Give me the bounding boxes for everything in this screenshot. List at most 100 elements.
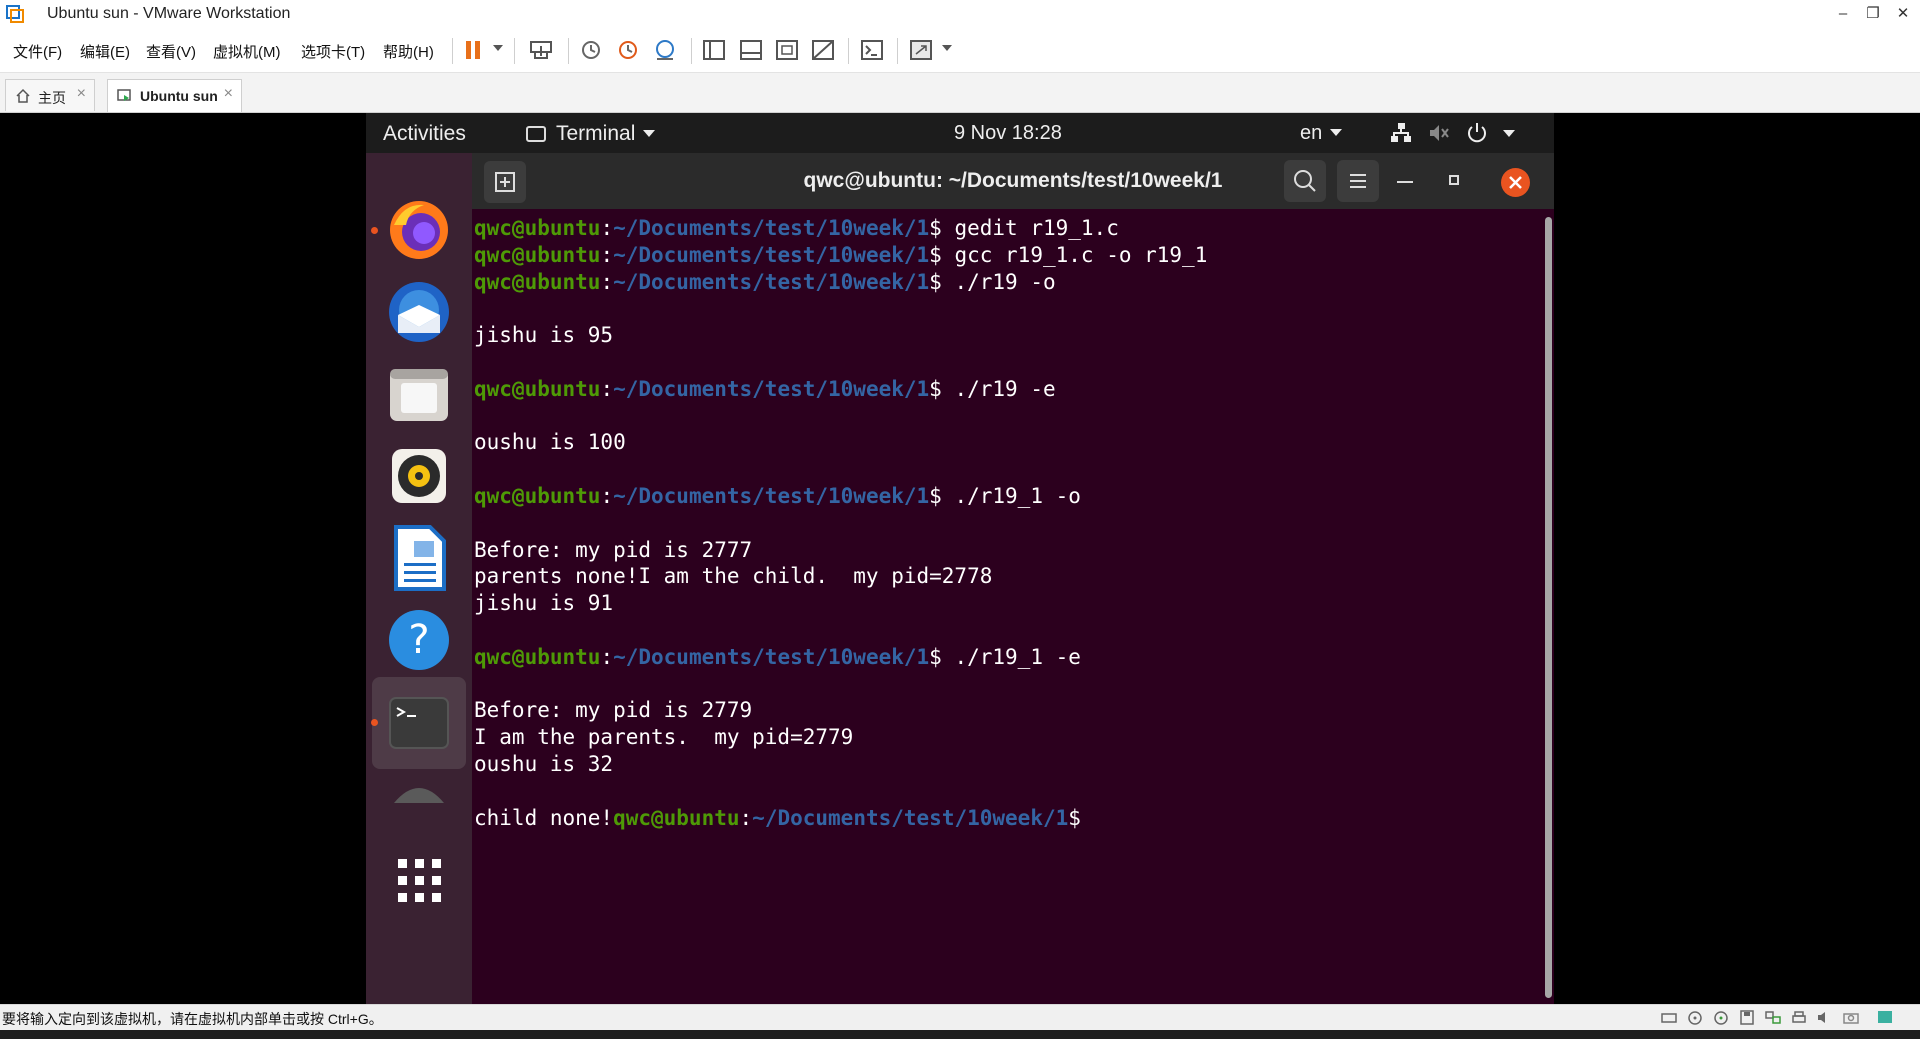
menu-view[interactable]: 查看(V) bbox=[146, 41, 196, 62]
terminal-prompt-line: qwc@ubuntu:~/Documents/test/10week/1$ ./… bbox=[474, 644, 1534, 671]
ubuntu-desktop[interactable]: Activities Terminal 9 Nov 18:28 en ? qwc… bbox=[366, 113, 1554, 1004]
camera-icon[interactable] bbox=[1842, 1010, 1860, 1025]
menu-file[interactable]: 文件(F) bbox=[13, 41, 62, 62]
prompt-user: qwc@ubuntu bbox=[613, 805, 740, 830]
vm-display[interactable]: Activities Terminal 9 Nov 18:28 en ? qwc… bbox=[0, 113, 1920, 1004]
disk-icon[interactable] bbox=[384, 779, 454, 803]
menu-edit[interactable]: 编辑(E) bbox=[80, 41, 130, 62]
terminal-maximize-button[interactable] bbox=[1449, 175, 1459, 185]
restore-button[interactable]: ❐ bbox=[1860, 2, 1886, 26]
cd-rom-icon[interactable] bbox=[1686, 1010, 1704, 1025]
minimize-button[interactable]: – bbox=[1830, 2, 1856, 26]
firefox-icon[interactable] bbox=[384, 195, 454, 265]
prompt-user: qwc@ubuntu bbox=[474, 644, 601, 669]
snapshot-manager-icon[interactable] bbox=[651, 37, 679, 63]
library-view-icon[interactable] bbox=[700, 37, 728, 63]
floppy-icon[interactable] bbox=[1738, 1010, 1756, 1025]
fullscreen-icon[interactable] bbox=[773, 37, 801, 63]
prompt-colon: : bbox=[600, 376, 614, 401]
gnome-top-bar: Activities Terminal 9 Nov 18:28 en bbox=[366, 113, 1554, 153]
language-indicator[interactable]: en bbox=[1300, 122, 1343, 145]
prompt-dollar: $ bbox=[929, 644, 942, 669]
writer-icon[interactable] bbox=[384, 523, 454, 593]
help-icon[interactable]: ? bbox=[384, 605, 454, 675]
snapshot-icon[interactable] bbox=[577, 37, 605, 63]
menu-vm[interactable]: 虚拟机(M) bbox=[213, 41, 281, 62]
volume-muted-icon[interactable] bbox=[1426, 121, 1452, 145]
tab-ubuntu-sun-close-icon[interactable]: × bbox=[224, 85, 233, 103]
unity-mode-icon[interactable] bbox=[809, 37, 837, 63]
status-message: 要将输入定向到该虚拟机，请在虚拟机内部单击或按 Ctrl+G。 bbox=[2, 1011, 383, 1027]
network-icon[interactable] bbox=[1388, 121, 1414, 145]
network-adapter-icon[interactable] bbox=[1764, 1010, 1782, 1025]
terminal-scrollbar[interactable] bbox=[1545, 217, 1552, 998]
toolbar-separator bbox=[691, 38, 692, 64]
system-menu-chevron-icon[interactable] bbox=[1503, 130, 1515, 137]
terminal-minimize-button[interactable] bbox=[1397, 181, 1413, 183]
menu-tabs[interactable]: 选项卡(T) bbox=[301, 41, 365, 62]
prompt-colon: : bbox=[739, 805, 753, 830]
toolbar-separator bbox=[897, 38, 898, 64]
app-grid-icon[interactable] bbox=[384, 845, 454, 915]
message-log-icon[interactable] bbox=[1876, 1010, 1894, 1025]
prompt-user: qwc@ubuntu bbox=[474, 483, 601, 508]
terminal-window[interactable]: qwc@ubuntu: ~/Documents/test/10week/1 qw… bbox=[472, 153, 1554, 1004]
menu-bar: 文件(F) 编辑(E) 查看(V) 虚拟机(M) 选项卡(T) 帮助(H) bbox=[0, 28, 1920, 73]
tab-home[interactable]: 主页 × bbox=[5, 79, 95, 111]
terminal-output[interactable]: qwc@ubuntu:~/Documents/test/10week/1$ ge… bbox=[474, 215, 1534, 831]
menu-help[interactable]: 帮助(H) bbox=[383, 41, 434, 62]
host-taskbar-edge bbox=[0, 1030, 1920, 1039]
tab-home-label: 主页 bbox=[38, 90, 66, 106]
title-bar: Ubuntu sun - VMware Workstation – ❐ ✕ bbox=[0, 0, 1920, 28]
app-menu-terminal[interactable]: Terminal bbox=[526, 122, 656, 146]
tab-ubuntu-sun[interactable]: Ubuntu sun × bbox=[107, 79, 242, 112]
running-indicator bbox=[371, 719, 378, 726]
console-view-icon[interactable] bbox=[858, 37, 886, 63]
search-button[interactable] bbox=[1284, 160, 1326, 202]
thunderbird-icon[interactable] bbox=[384, 277, 454, 347]
prompt-colon: : bbox=[600, 242, 614, 267]
tab-home-close-icon[interactable]: × bbox=[77, 85, 86, 103]
rhythmbox-icon[interactable] bbox=[384, 441, 454, 511]
chevron-down-icon bbox=[1330, 129, 1343, 136]
prompt-dollar: $ bbox=[929, 483, 942, 508]
terminal-output-line: parents none!I am the child. my pid=2778 bbox=[474, 564, 993, 589]
printer-icon[interactable] bbox=[1790, 1010, 1808, 1025]
power-icon[interactable] bbox=[1464, 121, 1490, 145]
send-ctrl-alt-del-icon[interactable] bbox=[527, 37, 555, 63]
pause-dropdown-icon[interactable] bbox=[493, 45, 503, 51]
terminal-prompt-line: qwc@ubuntu:~/Documents/test/10week/1$ ./… bbox=[474, 269, 1534, 296]
tab-ubuntu-sun-label: Ubuntu sun bbox=[140, 88, 218, 104]
window-title: Ubuntu sun - VMware Workstation bbox=[47, 5, 291, 22]
clock[interactable]: 9 Nov 18:28 bbox=[954, 122, 1062, 145]
sound-icon[interactable] bbox=[1816, 1010, 1834, 1025]
prompt-path: ~/Documents/test/10week/1 bbox=[613, 644, 930, 669]
language-label: en bbox=[1300, 122, 1323, 144]
search-icon bbox=[1294, 170, 1316, 192]
thumbnail-view-icon[interactable] bbox=[737, 37, 765, 63]
tab-bar: 主页 × Ubuntu sun × bbox=[0, 73, 1920, 113]
prompt-dollar: $ bbox=[929, 269, 942, 294]
stretch-guest-icon[interactable] bbox=[907, 37, 935, 63]
revert-snapshot-icon[interactable] bbox=[614, 37, 642, 63]
menu-button[interactable] bbox=[1337, 160, 1379, 202]
status-bar: 要将输入定向到该虚拟机，请在虚拟机内部单击或按 Ctrl+G。 bbox=[0, 1004, 1920, 1030]
toolbar-separator bbox=[514, 38, 515, 64]
hard-disk-icon[interactable] bbox=[1660, 1010, 1678, 1025]
stretch-dropdown-icon[interactable] bbox=[942, 45, 952, 51]
ubuntu-dock: ? bbox=[366, 153, 472, 1004]
command-text: ./r19 -e bbox=[941, 376, 1056, 401]
activities-button[interactable]: Activities bbox=[383, 122, 466, 146]
cd-rom-2-icon[interactable] bbox=[1712, 1010, 1730, 1025]
close-button[interactable]: ✕ bbox=[1890, 2, 1916, 26]
terminal-icon[interactable] bbox=[384, 688, 454, 758]
prompt-path: ~/Documents/test/10week/1 bbox=[613, 269, 930, 294]
terminal-close-button[interactable] bbox=[1501, 168, 1530, 197]
terminal-output-line: Before: my pid is 2777 bbox=[474, 537, 753, 562]
pause-icon[interactable] bbox=[460, 37, 488, 63]
files-icon[interactable] bbox=[384, 359, 454, 429]
